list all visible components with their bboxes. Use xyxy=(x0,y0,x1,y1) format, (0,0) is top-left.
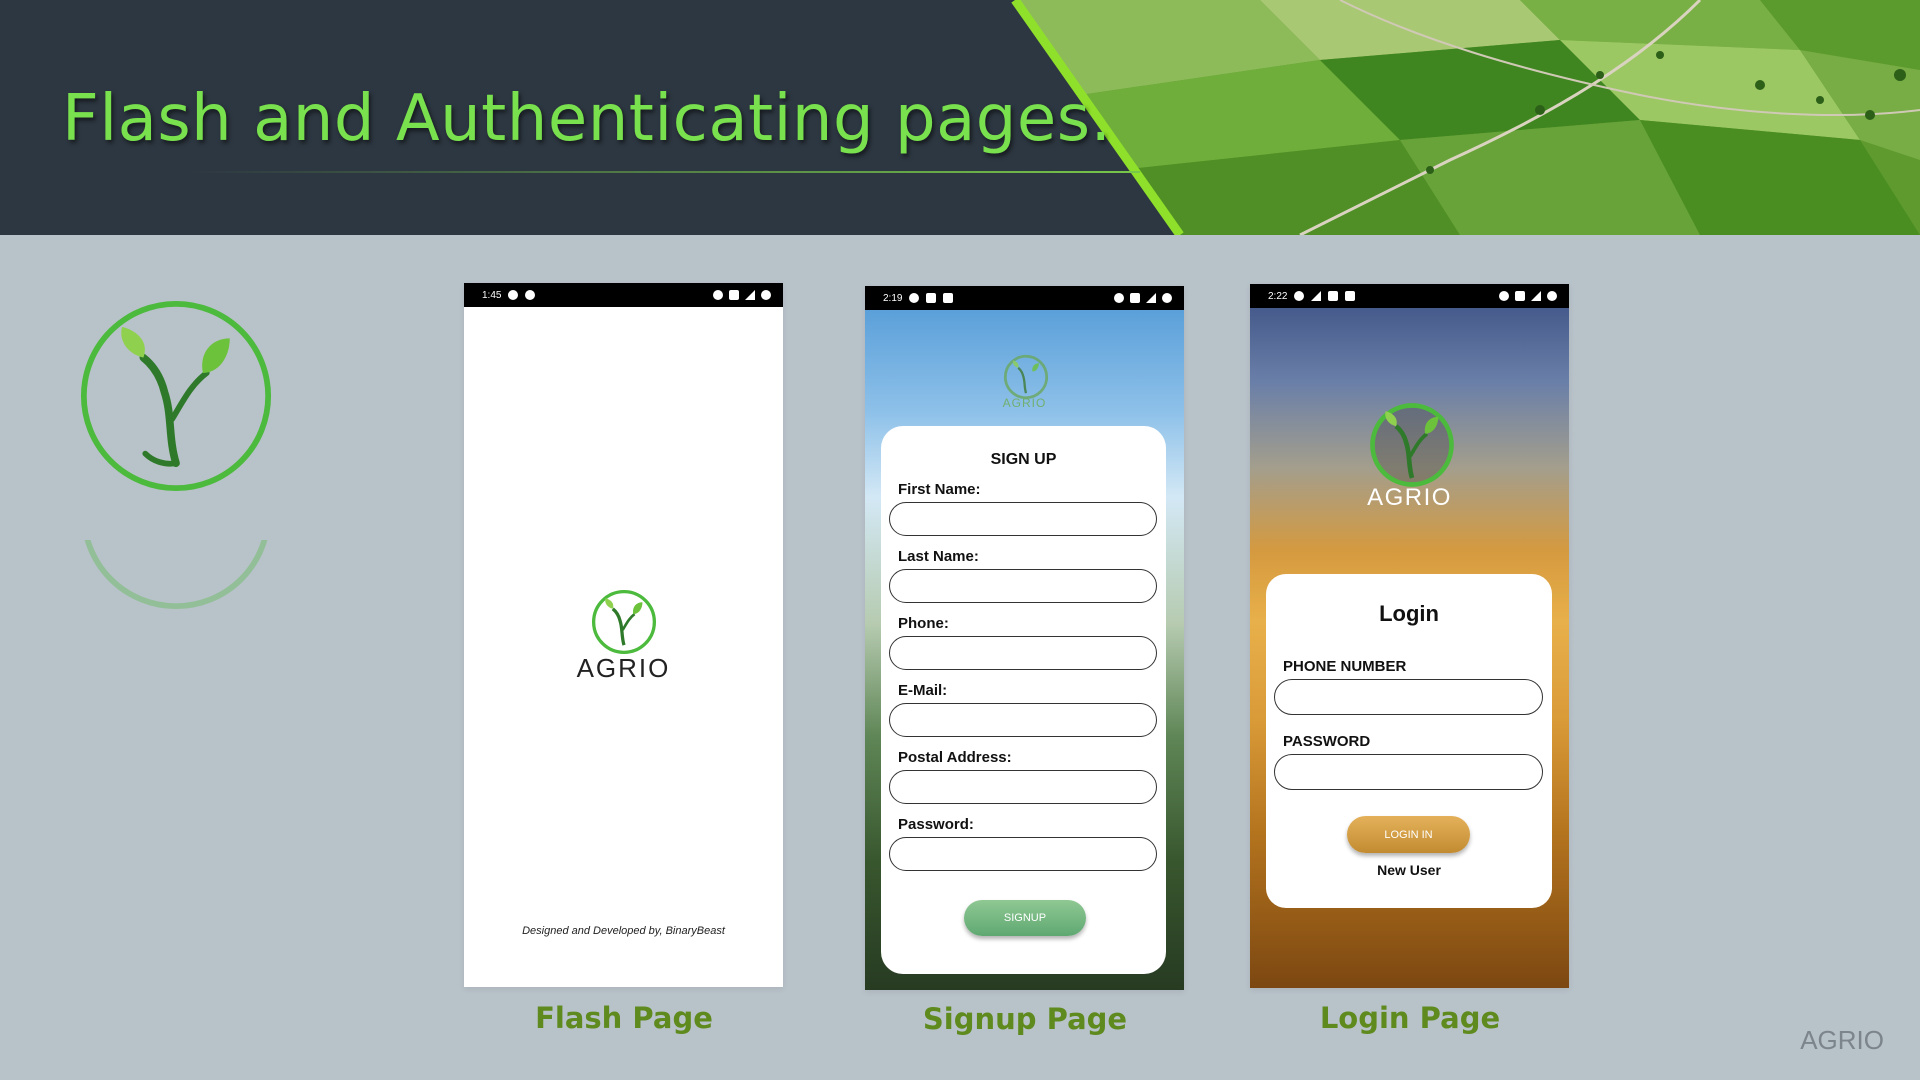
status-time: 1:45 xyxy=(482,289,502,301)
login-button[interactable]: LOGIN IN xyxy=(1347,816,1470,853)
login-form: Login PHONE NUMBER PASSWORD LOGIN IN New… xyxy=(1266,574,1552,908)
phone-label: Phone: xyxy=(898,615,949,632)
sprout-logo-icon xyxy=(591,589,657,655)
notification-icon xyxy=(1328,291,1339,301)
signal-icon xyxy=(1146,293,1156,303)
email-label: E-Mail: xyxy=(898,682,948,699)
slide-title: Flash and Authenticating pages. xyxy=(62,82,1112,156)
signup-form: SIGN UP First Name: Last Name: Phone: E-… xyxy=(881,426,1166,974)
first-name-label: First Name: xyxy=(898,481,981,498)
wifi-icon xyxy=(713,290,723,300)
form-title: Login xyxy=(1379,601,1439,626)
login-screen: 2:22 AGRIO Login PHONE NUMBER PASSWORD L… xyxy=(1250,284,1569,988)
battery-icon xyxy=(1547,291,1557,301)
battery-icon xyxy=(1162,293,1172,303)
background-app-name: AGRIO xyxy=(1002,396,1047,410)
developer-credit: Designed and Developed by, BinaryBeast xyxy=(522,925,725,937)
title-underline xyxy=(190,171,1140,173)
phone-input[interactable] xyxy=(889,636,1157,670)
password-label: PASSWORD xyxy=(1283,733,1371,750)
email-input[interactable] xyxy=(889,703,1157,737)
corner-brand: AGRIO xyxy=(1800,1025,1884,1055)
status-time: 2:22 xyxy=(1268,290,1288,302)
sprout-logo-icon xyxy=(80,300,272,492)
notification-icon xyxy=(1311,291,1322,301)
last-name-input[interactable] xyxy=(889,569,1157,603)
status-bar: 2:19 xyxy=(865,286,1184,310)
notification-icon xyxy=(1294,291,1305,301)
password-input[interactable] xyxy=(889,837,1157,871)
login-caption: Login Page xyxy=(1319,1001,1501,1035)
signal-icon xyxy=(1531,291,1541,301)
password-input[interactable] xyxy=(1274,754,1543,790)
status-bar: 1:45 xyxy=(464,283,783,307)
bluetooth-icon xyxy=(1515,291,1525,301)
status-bar: 2:22 xyxy=(1250,284,1569,308)
notification-icon xyxy=(943,293,954,303)
postal-address-label: Postal Address: xyxy=(898,749,1012,766)
last-name-label: Last Name: xyxy=(898,548,979,565)
notification-icon xyxy=(525,290,536,300)
signup-caption: Signup Page xyxy=(922,1002,1128,1036)
notification-icon xyxy=(926,293,937,303)
battery-icon xyxy=(761,290,771,300)
password-label: Password: xyxy=(898,816,974,833)
phone-number-label: PHONE NUMBER xyxy=(1283,658,1407,675)
app-name: AGRIO xyxy=(576,653,671,683)
flash-caption: Flash Page xyxy=(535,1001,713,1035)
sprout-logo-icon xyxy=(1370,403,1454,487)
sprout-logo-icon xyxy=(1003,354,1049,400)
postal-address-input[interactable] xyxy=(889,770,1157,804)
bluetooth-icon xyxy=(729,290,739,300)
form-title: SIGN UP xyxy=(990,451,1057,468)
phone-number-input[interactable] xyxy=(1274,679,1543,715)
logo-reflection xyxy=(80,540,272,610)
slide-header: Flash and Authenticating pages. xyxy=(0,0,1920,235)
notification-icon xyxy=(909,293,920,303)
first-name-input[interactable] xyxy=(889,502,1157,536)
notification-icon xyxy=(1345,291,1356,301)
signup-button[interactable]: SIGNUP xyxy=(964,900,1086,936)
wifi-icon xyxy=(1114,293,1124,303)
wifi-icon xyxy=(1499,291,1509,301)
app-name: AGRIO xyxy=(1367,484,1452,511)
signup-screen: 2:19 AGRIO SIGN UP First Name: Last Name… xyxy=(865,286,1184,990)
signal-icon xyxy=(745,290,755,300)
notification-icon xyxy=(508,290,519,300)
new-user-link[interactable]: New User xyxy=(1266,862,1552,878)
flash-screen: 1:45 AGRIO Designed and Developed by, Bi… xyxy=(464,283,783,987)
status-time: 2:19 xyxy=(883,292,903,304)
bluetooth-icon xyxy=(1130,293,1140,303)
